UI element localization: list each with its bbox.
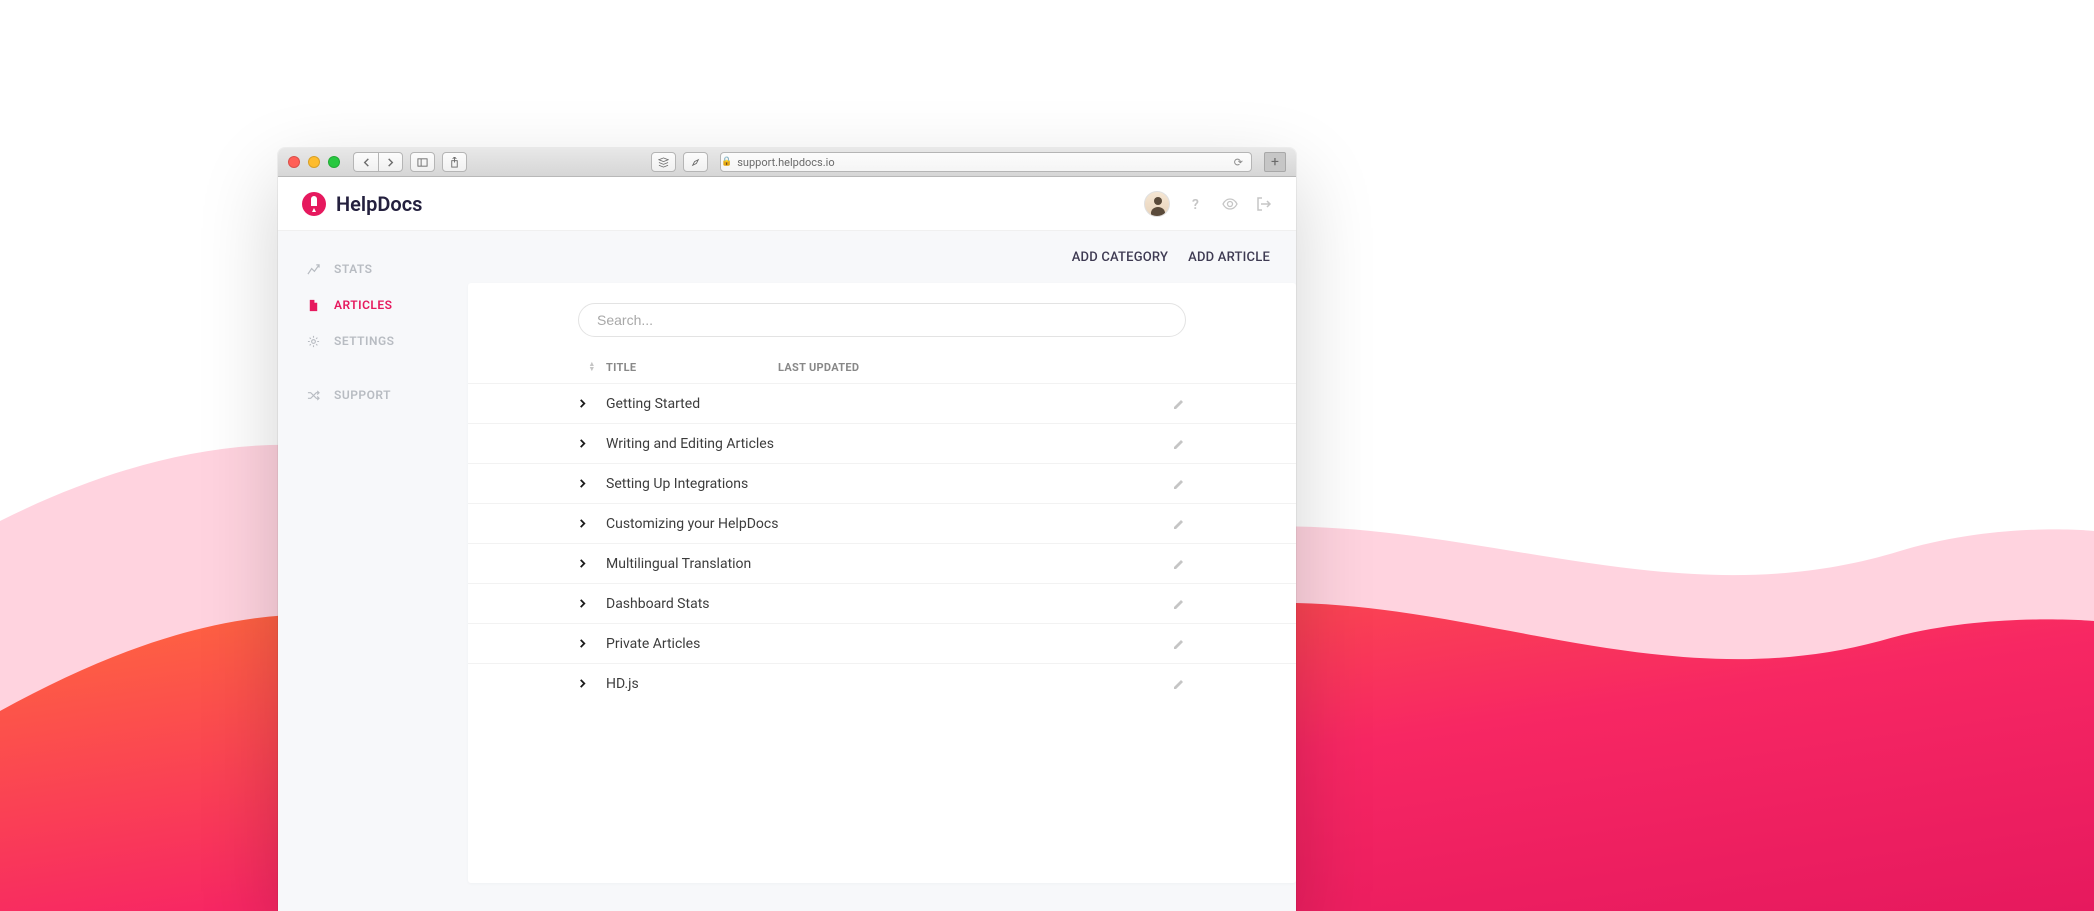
chevron-right-icon[interactable] bbox=[578, 399, 606, 408]
url-text: support.helpdocs.io bbox=[737, 156, 834, 169]
sidebar-toggle-button[interactable] bbox=[410, 152, 435, 172]
column-updated[interactable]: LAST UPDATED bbox=[778, 361, 859, 374]
browser-window: 🔒 support.helpdocs.io ⟳ + HelpDocs ? bbox=[278, 148, 1296, 911]
sidebar-label: ARTICLES bbox=[334, 298, 393, 312]
chevron-right-icon[interactable] bbox=[578, 559, 606, 568]
shuffle-icon bbox=[306, 389, 320, 402]
main-area: ADD CATEGORY ADD ARTICLE ▲▼ TITLE LAST U… bbox=[468, 231, 1296, 911]
chevron-right-icon[interactable] bbox=[578, 439, 606, 448]
chevron-right-icon[interactable] bbox=[578, 679, 606, 688]
sidebar-item-settings[interactable]: SETTINGS bbox=[278, 323, 468, 359]
edit-icon[interactable] bbox=[1172, 437, 1186, 451]
close-window-button[interactable] bbox=[288, 156, 300, 168]
edit-icon[interactable] bbox=[1172, 397, 1186, 411]
search-input[interactable] bbox=[578, 303, 1186, 337]
sidebar-item-stats[interactable]: STATS bbox=[278, 251, 468, 287]
nav-buttons bbox=[353, 152, 403, 172]
svg-text:?: ? bbox=[1192, 197, 1199, 212]
chevron-right-icon[interactable] bbox=[578, 479, 606, 488]
share-button[interactable] bbox=[442, 152, 467, 172]
edit-icon[interactable] bbox=[1172, 677, 1186, 691]
row-title: Writing and Editing Articles bbox=[606, 436, 1172, 452]
table-row[interactable]: Private Articles bbox=[468, 623, 1296, 663]
compass-icon-button[interactable] bbox=[683, 152, 708, 172]
window-controls bbox=[288, 156, 340, 168]
sidebar-label: STATS bbox=[334, 262, 373, 276]
brand-name: HelpDocs bbox=[336, 192, 422, 216]
table-header: ▲▼ TITLE LAST UPDATED bbox=[468, 351, 1296, 383]
edit-icon[interactable] bbox=[1172, 597, 1186, 611]
chevron-right-icon[interactable] bbox=[578, 599, 606, 608]
edit-icon[interactable] bbox=[1172, 477, 1186, 491]
new-tab-button[interactable]: + bbox=[1264, 152, 1286, 172]
chevron-right-icon[interactable] bbox=[578, 639, 606, 648]
lock-icon: 🔒 bbox=[721, 157, 732, 167]
add-category-button[interactable]: ADD CATEGORY bbox=[1072, 250, 1168, 265]
browser-toolbar: 🔒 support.helpdocs.io ⟳ + bbox=[278, 148, 1296, 177]
maximize-window-button[interactable] bbox=[328, 156, 340, 168]
row-title: Private Articles bbox=[606, 636, 1172, 652]
sort-icon[interactable]: ▲▼ bbox=[578, 362, 606, 372]
row-title: Getting Started bbox=[606, 396, 1172, 412]
table-body: Getting Started Writing and Editing Arti… bbox=[468, 383, 1296, 703]
edit-icon[interactable] bbox=[1172, 637, 1186, 651]
app-header: HelpDocs ? bbox=[278, 177, 1296, 231]
sidebar-label: SUPPORT bbox=[334, 388, 391, 402]
edit-icon[interactable] bbox=[1172, 517, 1186, 531]
row-title: Multilingual Translation bbox=[606, 556, 1172, 572]
app-content: HelpDocs ? S bbox=[278, 177, 1296, 911]
reload-icon[interactable]: ⟳ bbox=[1234, 156, 1243, 169]
stack-icon-button[interactable] bbox=[651, 152, 676, 172]
add-article-button[interactable]: ADD ARTICLE bbox=[1188, 250, 1270, 265]
row-title: Setting Up Integrations bbox=[606, 476, 1172, 492]
brand-logo-icon bbox=[302, 192, 326, 216]
table-row[interactable]: Setting Up Integrations bbox=[468, 463, 1296, 503]
url-bar[interactable]: 🔒 support.helpdocs.io ⟳ bbox=[720, 152, 1252, 172]
sidebar: STATS ARTICLES SETTINGS bbox=[278, 231, 468, 911]
table-row[interactable]: Dashboard Stats bbox=[468, 583, 1296, 623]
row-title: HD.js bbox=[606, 676, 1172, 692]
document-icon bbox=[306, 299, 320, 312]
table-row[interactable]: Writing and Editing Articles bbox=[468, 423, 1296, 463]
forward-button[interactable] bbox=[378, 152, 403, 172]
sidebar-item-articles[interactable]: ARTICLES bbox=[278, 287, 468, 323]
action-bar: ADD CATEGORY ADD ARTICLE bbox=[468, 231, 1296, 283]
eye-icon[interactable] bbox=[1222, 196, 1238, 212]
table-row[interactable]: Getting Started bbox=[468, 383, 1296, 423]
sidebar-label: SETTINGS bbox=[334, 334, 395, 348]
table-row[interactable]: HD.js bbox=[468, 663, 1296, 703]
articles-panel: ▲▼ TITLE LAST UPDATED Getting Started Wr… bbox=[468, 283, 1296, 883]
gear-icon bbox=[306, 335, 320, 348]
column-title[interactable]: TITLE bbox=[606, 361, 778, 374]
help-icon[interactable]: ? bbox=[1188, 196, 1204, 212]
header-actions: ? bbox=[1144, 191, 1272, 217]
back-button[interactable] bbox=[353, 152, 378, 172]
row-title: Dashboard Stats bbox=[606, 596, 1172, 612]
sidebar-item-support[interactable]: SUPPORT bbox=[278, 377, 468, 413]
chevron-right-icon[interactable] bbox=[578, 519, 606, 528]
row-title: Customizing your HelpDocs bbox=[606, 516, 1172, 532]
minimize-window-button[interactable] bbox=[308, 156, 320, 168]
table-row[interactable]: Multilingual Translation bbox=[468, 543, 1296, 583]
logout-icon[interactable] bbox=[1256, 196, 1272, 212]
table-row[interactable]: Customizing your HelpDocs bbox=[468, 503, 1296, 543]
brand[interactable]: HelpDocs bbox=[302, 192, 422, 216]
edit-icon[interactable] bbox=[1172, 557, 1186, 571]
stats-icon bbox=[306, 263, 320, 276]
avatar[interactable] bbox=[1144, 191, 1170, 217]
